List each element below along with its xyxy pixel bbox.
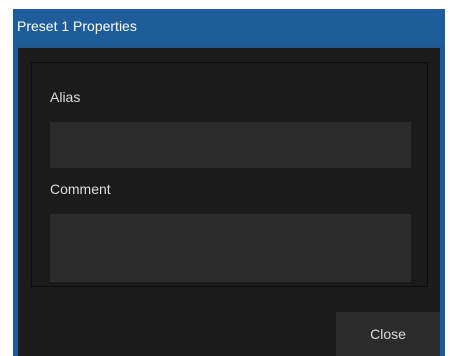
- dialog-body: Alias Comment Close: [18, 48, 440, 356]
- comment-input[interactable]: [50, 214, 411, 282]
- dialog-title: Preset 1 Properties: [13, 9, 445, 43]
- alias-input[interactable]: [50, 122, 411, 168]
- preset-properties-dialog: Preset 1 Properties Alias Comment Close: [13, 9, 445, 356]
- close-button[interactable]: Close: [336, 312, 440, 356]
- properties-panel: Alias Comment: [31, 62, 428, 287]
- comment-label: Comment: [50, 181, 111, 197]
- alias-label: Alias: [50, 89, 81, 105]
